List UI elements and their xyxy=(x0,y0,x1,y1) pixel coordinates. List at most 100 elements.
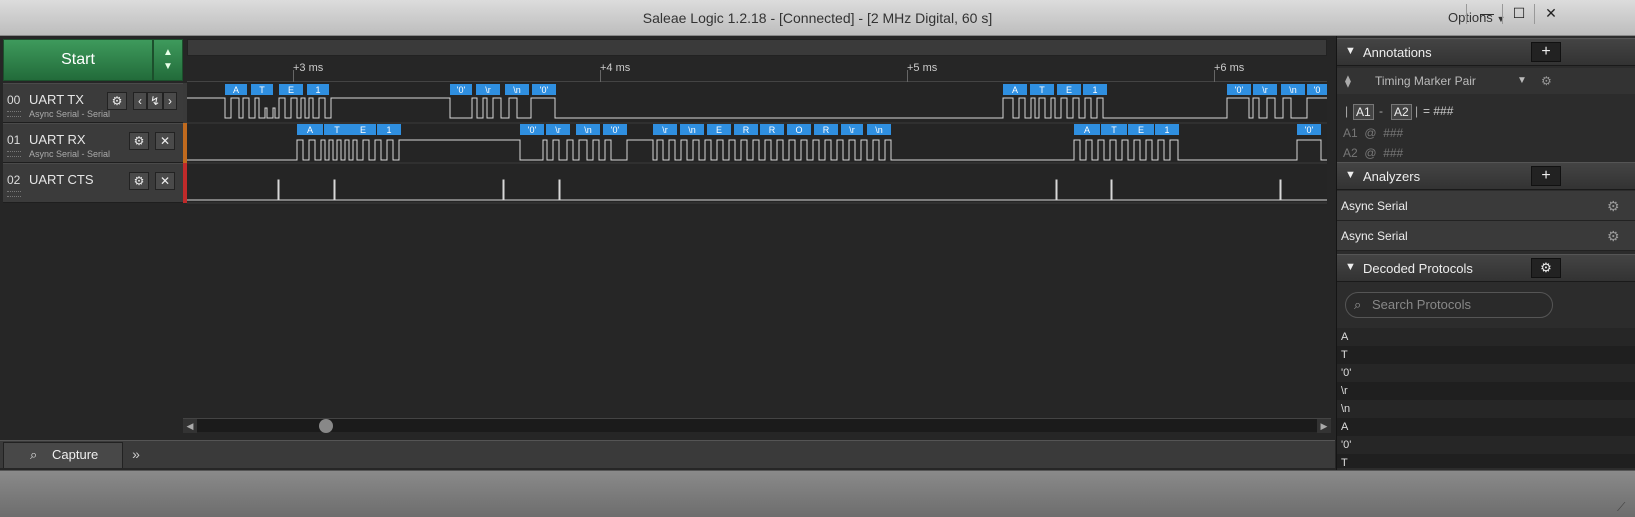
decoded-protocols-title: Decoded Protocols xyxy=(1363,261,1473,276)
channel-name[interactable]: UART RX xyxy=(29,132,86,147)
analyzer-item[interactable]: Async Serial ⚙ xyxy=(1337,191,1635,221)
search-protocols-input[interactable]: ⌕ Search Protocols xyxy=(1345,292,1553,318)
scroll-left-icon[interactable]: ◀ xyxy=(183,419,197,433)
app-window: Saleae Logic 1.2.18 - [Connected] - [2 M… xyxy=(0,0,1635,517)
gear-icon[interactable]: ⚙ xyxy=(1531,258,1561,278)
prev-edge-button[interactable]: ‹ xyxy=(133,92,147,110)
dropdown-icon[interactable]: ▼ xyxy=(1517,68,1527,94)
decoded-protocols-list[interactable]: A T '0' \r \n A '0' T xyxy=(1337,328,1635,468)
list-item[interactable]: \n xyxy=(1337,400,1635,418)
analyzers-header: ▼ Analyzers + xyxy=(1337,162,1635,190)
a2-marker-button[interactable]: A2 xyxy=(1391,104,1412,120)
tx-decode-label: T xyxy=(1039,85,1045,95)
list-item[interactable]: \r xyxy=(1337,382,1635,400)
channel-name[interactable]: UART CTS xyxy=(29,172,94,187)
minimize-button[interactable]: — xyxy=(1470,0,1504,26)
gear-icon[interactable]: ⚙ xyxy=(1607,191,1620,221)
list-item[interactable]: '0' xyxy=(1337,436,1635,454)
start-button[interactable]: Start xyxy=(3,39,153,81)
decoded-protocols-header: ▼ Decoded Protocols ⚙ xyxy=(1337,254,1635,282)
ruler-tick: +6 ms xyxy=(1214,62,1245,74)
resize-grip-icon[interactable]: ⟋ xyxy=(1617,500,1625,515)
channel-row-uart-rx[interactable]: 01 UART RX Async Serial - Serial ⚙ ✕ xyxy=(3,123,183,163)
status-bar: ⟋ xyxy=(0,470,1635,517)
channel-row-uart-cts[interactable]: 02 UART CTS ⚙ ✕ xyxy=(3,163,183,203)
ruler-tick: +5 ms xyxy=(907,62,938,74)
pair-value: = ### xyxy=(1423,104,1454,118)
rx-decode-label: E xyxy=(716,125,722,135)
tx-decode-label: E xyxy=(288,85,294,95)
list-item[interactable]: T xyxy=(1337,346,1635,364)
tx-decode-label: 1 xyxy=(315,85,320,95)
close-button[interactable]: ✕ xyxy=(1534,0,1568,26)
list-item[interactable]: T xyxy=(1337,454,1635,468)
gear-icon[interactable]: ⚙ xyxy=(1607,221,1620,251)
analyzers-title: Analyzers xyxy=(1363,169,1421,184)
scroll-thumb[interactable] xyxy=(319,419,333,433)
close-icon[interactable]: ✕ xyxy=(155,132,175,150)
trigger-icon[interactable]: ↯ xyxy=(147,92,163,110)
annotations-header: ▼ Annotations + xyxy=(1337,38,1635,66)
channel-number: 00 xyxy=(7,93,21,107)
channel-row-uart-tx[interactable]: 00 UART TX Async Serial - Serial ⚙ ‹ ↯ › xyxy=(3,83,183,123)
next-edge-button[interactable]: › xyxy=(163,92,177,110)
a1-marker-row: A1 @ ### xyxy=(1343,126,1404,140)
drag-handle-icon[interactable] xyxy=(7,111,21,117)
chevron-up-icon: ▲ xyxy=(163,47,173,58)
rx-decode-label: \n xyxy=(584,125,592,135)
waveform-canvas[interactable]: A T E 1 '0' \r \n '0' A T E 1 '0' \r \n '0 A T E 1 '0' \r \n '… xyxy=(187,82,1327,206)
search-placeholder: Search Protocols xyxy=(1372,297,1471,312)
capture-settings-button[interactable]: ▲ ▼ xyxy=(153,39,183,81)
gear-icon[interactable]: ⚙ xyxy=(129,172,149,190)
channel-analyzer-label: Async Serial - Serial xyxy=(29,109,111,119)
tx-decode-label: \n xyxy=(513,85,521,95)
analyzer-item[interactable]: Async Serial ⚙ xyxy=(1337,221,1635,251)
collapse-triangle-icon[interactable]: ▼ xyxy=(1345,261,1356,273)
channel-analyzer-label: Async Serial - Serial xyxy=(29,149,111,159)
annotations-title: Annotations xyxy=(1363,45,1432,60)
channel-name[interactable]: UART TX xyxy=(29,92,84,107)
rx-decode-label: R xyxy=(769,125,776,135)
maximize-button[interactable]: ☐ xyxy=(1502,0,1536,26)
list-item[interactable]: '0' xyxy=(1337,364,1635,382)
search-icon: ⌕ xyxy=(1354,297,1362,312)
a1-marker-button[interactable]: A1 xyxy=(1353,104,1374,120)
rx-decode-label: O xyxy=(795,125,802,135)
close-icon[interactable]: ✕ xyxy=(155,172,175,190)
time-ruler[interactable]: +3 ms +4 ms +5 ms +6 ms xyxy=(187,56,1327,82)
rx-decode-label: A xyxy=(307,125,313,135)
scroll-right-icon[interactable]: ▶ xyxy=(1317,419,1331,433)
ruler-tick: +3 ms xyxy=(293,62,324,74)
tab-more[interactable]: » xyxy=(123,442,149,466)
rx-decode-label: E xyxy=(360,125,366,135)
timeline-overview[interactable] xyxy=(187,39,1327,56)
drag-handle-icon[interactable] xyxy=(7,191,21,197)
gear-icon[interactable]: ⚙ xyxy=(1541,68,1552,94)
channel-number: 02 xyxy=(7,173,21,187)
empty-channel-area[interactable] xyxy=(3,206,1328,416)
rx-decode-label: E xyxy=(1138,125,1144,135)
tx-decode-label: '0' xyxy=(540,85,549,95)
timing-marker-row[interactable]: ⧫ Timing Marker Pair ▼ ⚙ xyxy=(1337,68,1635,94)
tx-decode-label: '0' xyxy=(457,85,466,95)
list-item[interactable]: A xyxy=(1337,418,1635,436)
list-item[interactable]: A xyxy=(1337,328,1635,346)
pin-icon: ⧫ xyxy=(1345,74,1351,88)
gear-icon[interactable]: ⚙ xyxy=(107,92,127,110)
rx-decode-label: 1 xyxy=(386,125,391,135)
tx-decode-label: \r xyxy=(1262,85,1268,95)
collapse-triangle-icon[interactable]: ▼ xyxy=(1345,169,1356,181)
collapse-triangle-icon[interactable]: ▼ xyxy=(1345,45,1356,57)
analyzer-name: Async Serial xyxy=(1341,199,1408,213)
tab-capture-label: Capture xyxy=(52,447,99,462)
analyzer-name: Async Serial xyxy=(1341,229,1408,243)
tab-capture[interactable]: ⌕ Capture xyxy=(3,442,123,468)
add-analyzer-button[interactable]: + xyxy=(1531,166,1561,186)
horizontal-scrollbar[interactable]: ◀ ▶ xyxy=(183,418,1331,433)
tx-decode-label: 1 xyxy=(1092,85,1097,95)
drag-handle-icon[interactable] xyxy=(7,151,21,157)
tx-decode-label: '0' xyxy=(1235,85,1244,95)
add-annotation-button[interactable]: + xyxy=(1531,42,1561,62)
gear-icon[interactable]: ⚙ xyxy=(129,132,149,150)
rx-decode-label: T xyxy=(1111,125,1117,135)
